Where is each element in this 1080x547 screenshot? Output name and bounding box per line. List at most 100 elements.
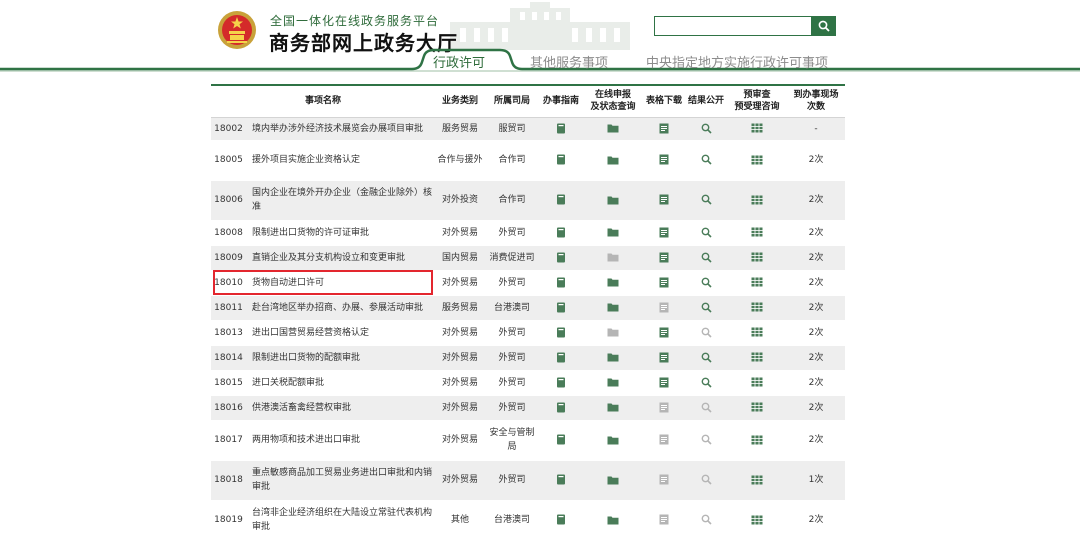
guide-book-icon[interactable]	[539, 270, 584, 296]
table-row[interactable]: 18018 重点敏感商品加工贸易业务进出口审批和内销审批 对外贸易 外贸司 1次	[211, 460, 846, 501]
item-name-link[interactable]: 援外项目实施企业资格认定	[246, 140, 436, 181]
table-row[interactable]: 18002 境内举办涉外经济技术展览会办展项目审批 服务贸易 服贸司 -	[211, 117, 846, 141]
apply-folder-icon[interactable]	[583, 420, 644, 461]
apply-folder-icon[interactable]	[583, 395, 644, 421]
download-document-icon[interactable]	[643, 320, 686, 346]
guide-book-icon[interactable]	[539, 460, 584, 501]
consult-sheet-icon[interactable]	[727, 180, 788, 221]
apply-folder-icon[interactable]	[583, 460, 644, 501]
result-search-icon[interactable]	[685, 345, 728, 371]
guide-book-icon[interactable]	[539, 140, 584, 181]
consult-sheet-icon[interactable]	[727, 345, 788, 371]
guide-book-icon[interactable]	[539, 500, 584, 541]
item-name-link[interactable]: 国内企业在境外开办企业（金融企业除外）核准	[246, 180, 436, 221]
table-row[interactable]: 18005 援外项目实施企业资格认定 合作与援外 合作司 2次	[211, 140, 846, 181]
table-row[interactable]: 18014 限制进出口货物的配额审批 对外贸易 外贸司 2次	[211, 345, 846, 371]
result-search-icon[interactable]	[685, 140, 728, 181]
tab-administrative-license[interactable]: 行政许可	[433, 52, 485, 71]
result-search-icon[interactable]	[685, 180, 728, 221]
apply-folder-icon[interactable]	[583, 500, 644, 541]
search-input[interactable]	[654, 16, 812, 36]
table-row[interactable]: 18019 台湾非企业经济组织在大陆设立常驻代表机构审批 其他 台港澳司 2次	[211, 500, 846, 541]
table-row[interactable]: 18015 进口关税配额审批 对外贸易 外贸司 2次	[211, 370, 846, 396]
apply-folder-icon[interactable]	[583, 220, 644, 246]
consult-sheet-icon[interactable]	[727, 460, 788, 501]
consult-sheet-icon[interactable]	[727, 500, 788, 541]
tab-other-services[interactable]: 其他服务事项	[530, 52, 608, 71]
item-name-link[interactable]: 台湾非企业经济组织在大陆设立常驻代表机构审批	[246, 500, 436, 541]
guide-book-icon[interactable]	[539, 220, 584, 246]
apply-folder-icon[interactable]	[583, 370, 644, 396]
result-search-icon[interactable]	[685, 295, 728, 321]
item-name-link[interactable]: 限制进出口货物的配额审批	[246, 345, 436, 371]
tab-local-license[interactable]: 中央指定地方实施行政许可事项	[646, 52, 828, 71]
search-button[interactable]	[812, 16, 836, 36]
table-row[interactable]: 18008 限制进出口货物的许可证审批 对外贸易 外贸司 2次	[211, 220, 846, 246]
consult-sheet-icon[interactable]	[727, 370, 788, 396]
download-document-icon[interactable]	[643, 220, 686, 246]
item-name-link[interactable]: 直销企业及其分支机构设立和变更审批	[246, 245, 436, 271]
apply-folder-icon[interactable]	[583, 117, 644, 141]
guide-book-icon[interactable]	[539, 117, 584, 141]
consult-sheet-icon[interactable]	[727, 220, 788, 246]
download-document-icon[interactable]	[643, 180, 686, 221]
item-name-link[interactable]: 两用物项和技术进出口审批	[246, 420, 436, 461]
result-search-icon[interactable]	[685, 270, 728, 296]
download-document-icon[interactable]	[643, 270, 686, 296]
guide-book-icon[interactable]	[539, 295, 584, 321]
table-row[interactable]: 18011 赴台湾地区举办招商、办展、参展活动审批 服务贸易 台港澳司 2次	[211, 295, 846, 321]
item-name-link[interactable]: 限制进出口货物的许可证审批	[246, 220, 436, 246]
guide-book-icon[interactable]	[539, 180, 584, 221]
download-document-icon[interactable]	[643, 420, 686, 461]
result-search-icon[interactable]	[685, 395, 728, 421]
result-search-icon[interactable]	[685, 220, 728, 246]
apply-folder-icon[interactable]	[583, 180, 644, 221]
result-search-icon[interactable]	[685, 245, 728, 271]
download-document-icon[interactable]	[643, 295, 686, 321]
item-name-link[interactable]: 赴台湾地区举办招商、办展、参展活动审批	[246, 295, 436, 321]
consult-sheet-icon[interactable]	[727, 395, 788, 421]
result-search-icon[interactable]	[685, 420, 728, 461]
consult-sheet-icon[interactable]	[727, 270, 788, 296]
table-row[interactable]: 18009 直销企业及其分支机构设立和变更审批 国内贸易 消费促进司 2次	[211, 245, 846, 271]
item-name-link[interactable]: 进口关税配额审批	[246, 370, 436, 396]
table-row[interactable]: 18010 货物自动进口许可 对外贸易 外贸司 2次	[211, 270, 846, 296]
download-document-icon[interactable]	[643, 345, 686, 371]
item-name-link[interactable]: 境内举办涉外经济技术展览会办展项目审批	[246, 117, 436, 141]
table-row[interactable]: 18017 两用物项和技术进出口审批 对外贸易 安全与管制局 2次	[211, 420, 846, 461]
guide-book-icon[interactable]	[539, 320, 584, 346]
result-search-icon[interactable]	[685, 370, 728, 396]
consult-sheet-icon[interactable]	[727, 320, 788, 346]
download-document-icon[interactable]	[643, 395, 686, 421]
consult-sheet-icon[interactable]	[727, 245, 788, 271]
download-document-icon[interactable]	[643, 460, 686, 501]
guide-book-icon[interactable]	[539, 420, 584, 461]
item-name-link[interactable]: 重点敏感商品加工贸易业务进出口审批和内销审批	[246, 460, 436, 501]
table-row[interactable]: 18006 国内企业在境外开办企业（金融企业除外）核准 对外投资 合作司 2次	[211, 180, 846, 221]
consult-sheet-icon[interactable]	[727, 295, 788, 321]
guide-book-icon[interactable]	[539, 345, 584, 371]
download-document-icon[interactable]	[643, 245, 686, 271]
download-document-icon[interactable]	[643, 370, 686, 396]
item-name-link[interactable]: 供港澳活畜禽经营权审批	[246, 395, 436, 421]
consult-sheet-icon[interactable]	[727, 117, 788, 141]
guide-book-icon[interactable]	[539, 395, 584, 421]
result-search-icon[interactable]	[685, 117, 728, 141]
item-name-link[interactable]: 货物自动进口许可	[246, 270, 436, 296]
download-document-icon[interactable]	[643, 140, 686, 181]
table-row[interactable]: 18016 供港澳活畜禽经营权审批 对外贸易 外贸司 2次	[211, 395, 846, 421]
result-search-icon[interactable]	[685, 500, 728, 541]
guide-book-icon[interactable]	[539, 245, 584, 271]
result-search-icon[interactable]	[685, 460, 728, 501]
result-search-icon[interactable]	[685, 320, 728, 346]
consult-sheet-icon[interactable]	[727, 140, 788, 181]
table-row[interactable]: 18013 进出口国营贸易经营资格认定 对外贸易 外贸司 2次	[211, 320, 846, 346]
apply-folder-icon[interactable]	[583, 295, 644, 321]
download-document-icon[interactable]	[643, 500, 686, 541]
apply-folder-icon[interactable]	[583, 345, 644, 371]
item-name-link[interactable]: 进出口国营贸易经营资格认定	[246, 320, 436, 346]
guide-book-icon[interactable]	[539, 370, 584, 396]
apply-folder-icon[interactable]	[583, 245, 644, 271]
apply-folder-icon[interactable]	[583, 270, 644, 296]
download-document-icon[interactable]	[643, 117, 686, 141]
